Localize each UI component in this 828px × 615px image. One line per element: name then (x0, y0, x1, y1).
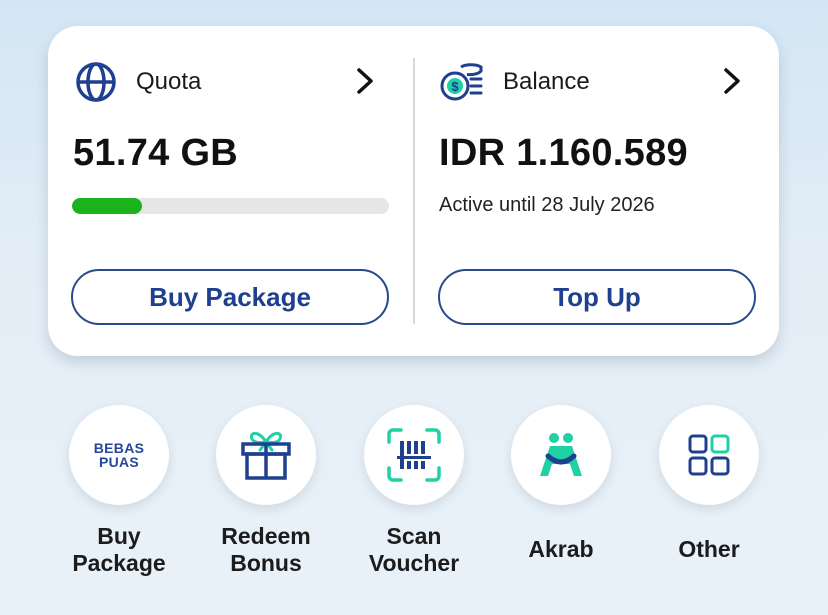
shortcut-row: BEBAS PUAS Buy Package Redeem Bonus Scan… (0, 405, 828, 605)
coins-icon: $ (440, 63, 483, 101)
balance-value: IDR 1.160.589 (439, 132, 688, 174)
shortcut-label: Scan Voucher (368, 523, 460, 576)
shortcut-label: Other (678, 536, 740, 562)
akrab-icon-circle (511, 405, 611, 505)
barcode-scan-icon-circle (364, 405, 464, 505)
buy-package-button[interactable]: Buy Package (71, 269, 389, 325)
shortcut-label: Redeem Bonus (221, 523, 311, 576)
quota-progress-bar (72, 198, 389, 214)
balance-chevron-right-icon[interactable] (720, 66, 744, 96)
quota-progress-fill (72, 198, 142, 214)
quota-title: Quota (136, 68, 202, 95)
account-summary-card: Quota 51.74 GB Buy Package $ Balance IDR… (48, 26, 779, 356)
shortcut-akrab[interactable]: Akrab (486, 405, 636, 563)
shortcut-label: Buy Package (72, 523, 166, 576)
balance-panel: $ Balance IDR 1.160.589 Active until 28 … (415, 26, 780, 356)
bebas-puas-logo: BEBAS PUAS (69, 405, 169, 505)
bebas-logo-line-2: PUAS (98, 454, 140, 470)
shortcut-buy-package[interactable]: BEBAS PUAS Buy Package (44, 405, 194, 577)
bebas-logo-line-1: BEBAS (93, 440, 145, 456)
akrab-icon (540, 433, 582, 476)
quota-chevron-right-icon[interactable] (353, 66, 377, 96)
top-up-button[interactable]: Top Up (438, 269, 756, 325)
svg-text:$: $ (451, 79, 459, 94)
gift-icon (241, 431, 291, 480)
balance-title: Balance (503, 68, 590, 95)
quota-value: 51.74 GB (73, 132, 239, 174)
shortcut-label: Akrab (528, 536, 594, 562)
barcode-scan-icon (387, 428, 441, 482)
grid-icon-circle (659, 405, 759, 505)
shortcut-scan-voucher[interactable]: Scan Voucher (339, 405, 489, 577)
gift-icon-circle (216, 405, 316, 505)
globe-icon (76, 62, 116, 102)
active-until-text: Active until 28 July 2026 (439, 194, 655, 216)
shortcut-other[interactable]: Other (634, 405, 784, 563)
shortcut-redeem-bonus[interactable]: Redeem Bonus (191, 405, 341, 577)
grid-icon (688, 434, 730, 476)
quota-panel: Quota 51.74 GB Buy Package (48, 26, 413, 356)
